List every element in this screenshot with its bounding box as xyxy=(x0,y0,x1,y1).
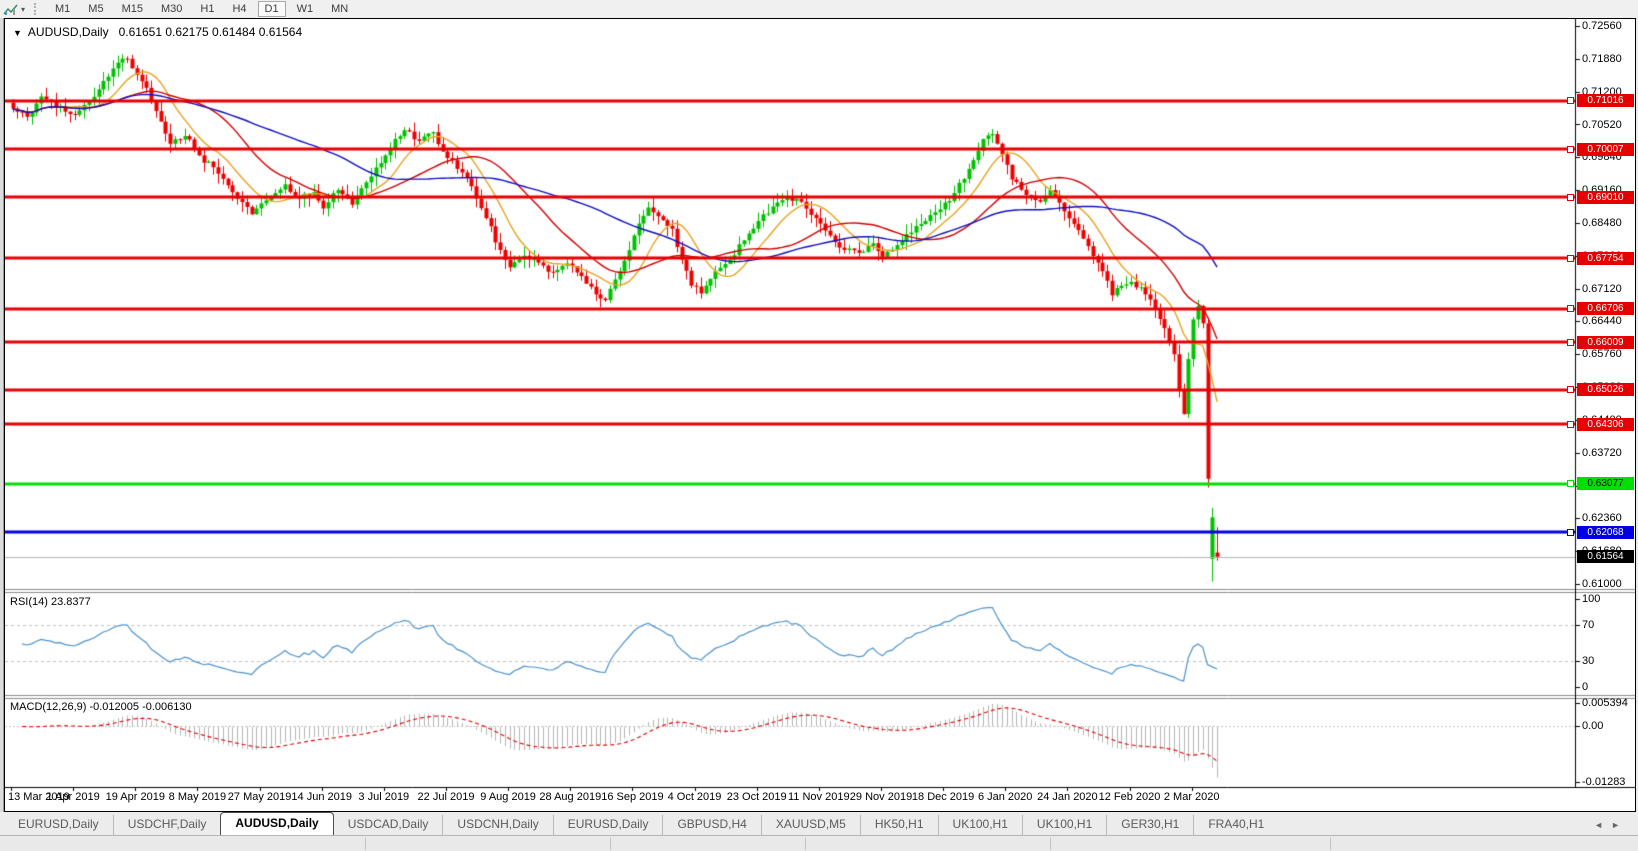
hline-handle[interactable] xyxy=(1567,194,1574,201)
rsi-axis-label: 100 xyxy=(1582,593,1600,605)
tab-usdcnh-daily[interactable]: USDCNH,Daily xyxy=(442,815,552,835)
hline-handle[interactable] xyxy=(1567,305,1574,312)
date-axis-label: 18 Dec 2019 xyxy=(912,791,974,803)
price-axis-label: 0.65760 xyxy=(1582,348,1622,360)
price-axis-label: 0.61000 xyxy=(1582,578,1622,590)
timeframe-w1-button[interactable]: W1 xyxy=(290,1,321,17)
tab-uk100-h1-2[interactable]: UK100,H1 xyxy=(1022,815,1106,835)
chart-canvas[interactable] xyxy=(5,19,1635,809)
price-line-flag: 0.69010 xyxy=(1577,191,1634,204)
timeframe-h4-button[interactable]: H4 xyxy=(225,1,253,17)
status-bar xyxy=(0,835,1638,851)
date-axis-label: 22 Jul 2019 xyxy=(418,791,475,803)
date-axis-label: 3 Jul 2019 xyxy=(358,791,409,803)
timeframe-mn-button[interactable]: MN xyxy=(324,1,355,17)
date-axis-label: 27 May 2019 xyxy=(228,791,292,803)
macd-axis-label: -0.01283 xyxy=(1582,776,1625,788)
price-axis-label: 0.63720 xyxy=(1582,447,1622,459)
hline-handle[interactable] xyxy=(1567,97,1574,104)
price-axis-label: 0.70520 xyxy=(1582,119,1622,131)
timeframe-m5-button[interactable]: M5 xyxy=(81,1,110,17)
timeframe-m1-button[interactable]: M1 xyxy=(48,1,77,17)
dropdown-caret-icon[interactable]: ▾ xyxy=(21,5,25,14)
macd-label: MACD(12,26,9) -0.012005 -0.006130 xyxy=(10,701,192,713)
macd-axis-label: 0.005394 xyxy=(1582,697,1628,709)
timeframe-m30-button[interactable]: M30 xyxy=(154,1,189,17)
price-line-flag: 0.62068 xyxy=(1577,526,1634,539)
chart-tools-group: ▾ xyxy=(0,3,29,16)
price-axis-label: 0.62360 xyxy=(1582,512,1622,524)
date-axis-label: 29 Nov 2019 xyxy=(850,791,912,803)
tab-uk100-h1-1[interactable]: UK100,H1 xyxy=(938,815,1022,835)
date-axis-label: 14 Jun 2019 xyxy=(291,791,352,803)
date-axis-label: 11 Nov 2019 xyxy=(788,791,850,803)
toolbar: ▾ M1 M5 M15 M30 H1 H4 D1 W1 MN xyxy=(0,0,1638,19)
rsi-axis-label: 0 xyxy=(1582,681,1588,693)
chart-title: ▼ AUDUSD,Daily 0.61651 0.62175 0.61484 0.6… xyxy=(13,25,302,39)
macd-axis-label: 0.00 xyxy=(1582,720,1603,732)
tab-audusd-daily[interactable]: AUDUSD,Daily xyxy=(220,812,333,835)
timeframe-m15-button[interactable]: M15 xyxy=(115,1,150,17)
tab-ger30-h1[interactable]: GER30,H1 xyxy=(1106,815,1193,835)
crosshair-icon[interactable] xyxy=(3,3,19,16)
price-line-flag: 0.66009 xyxy=(1577,336,1634,349)
current-price-flag: 0.61564 xyxy=(1577,550,1634,563)
hline-handle[interactable] xyxy=(1567,255,1574,262)
price-line-flag: 0.64306 xyxy=(1577,418,1634,431)
chart-ohlc-values: 0.61651 0.62175 0.61484 0.61564 xyxy=(119,25,303,39)
price-line-flag: 0.67754 xyxy=(1577,252,1634,265)
date-axis-label: 23 Oct 2019 xyxy=(727,791,787,803)
hline-handle[interactable] xyxy=(1567,529,1574,536)
price-axis-label: 0.72560 xyxy=(1582,20,1622,32)
timeframe-d1-button[interactable]: D1 xyxy=(258,1,286,17)
tab-usdcad-daily[interactable]: USDCAD,Daily xyxy=(334,815,443,835)
tab-eurusd-daily-2[interactable]: EURUSD,Daily xyxy=(553,815,663,835)
price-axis-label: 0.67120 xyxy=(1582,283,1622,295)
date-axis-label: 16 Sep 2019 xyxy=(601,791,663,803)
price-line-flag: 0.71016 xyxy=(1577,94,1634,107)
chart-window: ▼ AUDUSD,Daily 0.61651 0.62175 0.61484 0.6… xyxy=(4,18,1636,812)
hline-handle[interactable] xyxy=(1567,480,1574,487)
hline-handle[interactable] xyxy=(1567,386,1574,393)
date-axis-label: 1 Apr 2019 xyxy=(46,791,99,803)
toolbar-grip[interactable] xyxy=(34,3,41,15)
tab-usdchf-daily[interactable]: USDCHF,Daily xyxy=(113,815,221,835)
tab-eurusd-daily-1[interactable]: EURUSD,Daily xyxy=(4,815,113,835)
chart-symbol-label: AUDUSD,Daily xyxy=(28,25,109,39)
price-line-flag: 0.63077 xyxy=(1577,477,1634,490)
hline-handle[interactable] xyxy=(1567,146,1574,153)
price-axis-label: 0.66440 xyxy=(1582,315,1622,327)
date-axis-label: 4 Oct 2019 xyxy=(668,791,722,803)
price-axis-label: 0.68480 xyxy=(1582,217,1622,229)
tab-gbpusd-h4[interactable]: GBPUSD,H4 xyxy=(662,815,760,835)
price-line-flag: 0.70007 xyxy=(1577,143,1634,156)
date-axis-label: 24 Jan 2020 xyxy=(1037,791,1098,803)
date-axis-label: 2 Mar 2020 xyxy=(1164,791,1220,803)
hline-handle[interactable] xyxy=(1567,339,1574,346)
date-axis-label: 19 Apr 2019 xyxy=(106,791,165,803)
price-line-flag: 0.65026 xyxy=(1577,383,1634,396)
chart-tab-bar: EURUSD,Daily USDCHF,Daily AUDUSD,Daily U… xyxy=(0,812,1638,835)
rsi-axis-label: 30 xyxy=(1582,655,1594,667)
collapse-arrow-icon[interactable]: ▼ xyxy=(13,28,22,38)
price-axis-label: 0.71880 xyxy=(1582,53,1622,65)
date-axis-label: 28 Aug 2019 xyxy=(539,791,601,803)
date-axis-label: 8 May 2019 xyxy=(169,791,226,803)
date-axis-label: 6 Jan 2020 xyxy=(978,791,1032,803)
tabs-scroll-left-icon[interactable]: ◄ xyxy=(1594,820,1611,830)
price-line-flag: 0.66706 xyxy=(1577,302,1634,315)
date-axis-label: 9 Aug 2019 xyxy=(480,791,536,803)
hline-handle[interactable] xyxy=(1567,421,1574,428)
tab-hk50-h1[interactable]: HK50,H1 xyxy=(860,815,938,835)
tab-xauusd-m5[interactable]: XAUUSD,M5 xyxy=(761,815,860,835)
rsi-axis-label: 70 xyxy=(1582,619,1594,631)
rsi-label: RSI(14) 23.8377 xyxy=(10,596,91,608)
timeframe-h1-button[interactable]: H1 xyxy=(193,1,221,17)
tabs-scroll-right-icon[interactable]: ► xyxy=(1611,820,1628,830)
tab-fra40-h1[interactable]: FRA40,H1 xyxy=(1193,815,1278,835)
date-axis-label: 12 Feb 2020 xyxy=(1099,791,1161,803)
